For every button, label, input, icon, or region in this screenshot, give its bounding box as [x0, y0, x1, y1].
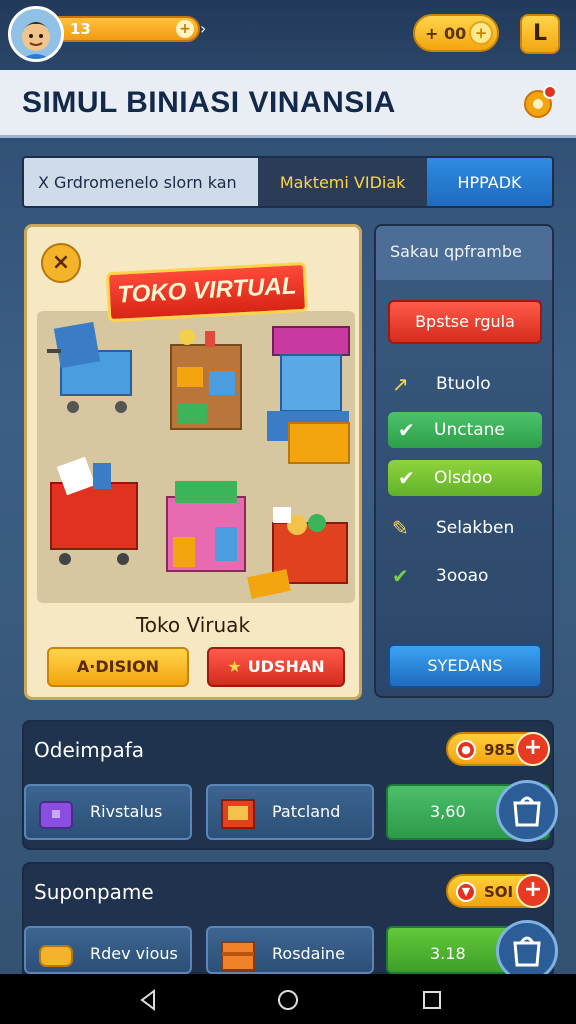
gold-bar-icon [39, 945, 73, 967]
kiosk-icon[interactable] [267, 326, 350, 464]
side-option-label: Olsdoo [434, 468, 493, 488]
currency-icon: ● [456, 740, 476, 760]
section-currency-pill[interactable]: ● 985 + [446, 732, 550, 766]
tab-hppadk[interactable]: HPPADK [426, 158, 552, 206]
add-level-icon[interactable]: + [176, 20, 194, 38]
store-banner: TOKO VIRTUAL [105, 261, 309, 323]
shop-card-rosdaine[interactable]: Rosdaine [206, 926, 374, 974]
star-icon: ★ [227, 657, 242, 676]
coin-counter[interactable]: + 00 + [413, 14, 499, 52]
side-option-olsdoo[interactable]: ✔ Olsdoo [388, 460, 542, 496]
pencil-check-icon: ✎ [392, 516, 409, 540]
side-panel: Sakau qpframbe Bpstse rgula ↗ Btuolo ✔ U… [374, 224, 554, 698]
currency-value: SOI [484, 883, 514, 901]
side-panel-header: Sakau qpframbe [376, 226, 552, 280]
cart-icon[interactable] [496, 780, 558, 842]
secondary-action-button[interactable]: ★ UDSHAN [207, 647, 345, 687]
system-nav-bar [0, 974, 576, 1024]
shop-card-label: Patcland [272, 802, 341, 821]
level-bar[interactable]: 13 + [58, 16, 200, 42]
section-currency-pill[interactable]: ▼ SOI + [446, 874, 550, 908]
cart-icon[interactable] [496, 920, 558, 982]
shop-section-1: Odeimpafa ● 985 + Rivstalus Patcland 3,6… [22, 720, 558, 850]
side-option-label: 3ooao [436, 566, 489, 586]
store-name: Toko Viruak [135, 613, 251, 637]
side-option-label: Selakben [436, 518, 515, 538]
currency-value: 985 [484, 741, 516, 759]
side-option-label: Unctane [434, 420, 505, 440]
page-title: SIMUL BINIASI VINANSIA [22, 86, 396, 119]
crate-icon [221, 799, 255, 829]
side-red-button[interactable]: Bpstse rgula [388, 300, 542, 344]
section-title: Odeimpafa [34, 738, 145, 762]
store-item-grid [37, 311, 355, 603]
settings-gear-icon[interactable] [521, 85, 557, 121]
shop-card-patcland[interactable]: Patcland [206, 784, 374, 840]
chevron-right-icon: › [200, 19, 207, 38]
add-coin-icon[interactable]: + [469, 21, 493, 45]
avatar[interactable] [8, 6, 64, 62]
price-value: 3.18 [430, 944, 466, 963]
side-option-label: Btuolo [436, 374, 491, 394]
shop-card-label: Rosdaine [272, 944, 345, 963]
tab-label: Maktemi VIDiak [279, 172, 406, 192]
add-currency-icon[interactable]: + [516, 874, 550, 908]
back-icon[interactable] [136, 988, 160, 1012]
produce-crate-icon[interactable] [247, 507, 348, 599]
chest-icon [39, 801, 73, 829]
arrow-icon: ↗ [392, 372, 409, 396]
leaderboard-button[interactable]: L [520, 14, 560, 54]
shop-section-2: Suponpame ▼ SOI + Rdev vious Rosdaine 3.… [22, 862, 558, 982]
side-option-unctane[interactable]: ✔ Unctane [388, 412, 542, 448]
tab-bar: X Grdromenelo slorn kan Maktemi VIDiak H… [22, 156, 554, 208]
primary-action-button[interactable]: A·DISION [47, 647, 189, 687]
shelf-icon[interactable] [170, 329, 242, 430]
shop-card-rdev-vious[interactable]: Rdev vious [24, 926, 192, 974]
title-bar: SIMUL BINIASI VINANSIA [0, 70, 576, 138]
home-icon[interactable] [276, 988, 300, 1012]
shop-card-label: Rdev vious [90, 944, 178, 963]
tab-label: X Grdromenelo slorn kan [38, 172, 237, 192]
shop-card-rivstalus[interactable]: Rivstalus [24, 784, 192, 840]
add-currency-icon[interactable]: + [516, 732, 550, 766]
coin-value: + 00 [425, 24, 467, 43]
basket-icon[interactable] [50, 456, 138, 565]
crate-icon [221, 941, 255, 971]
tab-label: HPPADK [457, 172, 522, 192]
side-blue-button[interactable]: SYEDANS [388, 644, 542, 688]
price-value: 3,60 [430, 802, 466, 821]
secondary-action-label: UDSHAN [247, 657, 325, 676]
check-icon: ✔ [398, 466, 415, 490]
side-option-btuolo[interactable]: ↗ Btuolo [388, 366, 542, 402]
tab-gradromenelo[interactable]: X Grdromenelo slorn kan [24, 158, 259, 206]
check-icon: ✔ [398, 418, 415, 442]
section-title: Suponpame [34, 880, 154, 904]
market-stall-icon[interactable] [166, 481, 246, 572]
side-option-3ooao[interactable]: ✔ 3ooao [388, 558, 542, 594]
level-value: 13 [70, 20, 91, 38]
recents-icon[interactable] [420, 988, 444, 1012]
shop-card-label: Rivstalus [90, 802, 163, 821]
side-option-selakben[interactable]: ✎ Selakben [388, 510, 542, 546]
shield-icon: ▼ [456, 882, 476, 902]
shopping-cart-icon[interactable] [47, 321, 132, 413]
tab-maktemi[interactable]: Maktemi VIDiak [258, 158, 427, 206]
check-icon: ✔ [392, 564, 409, 588]
store-panel: TOKO VIRTUAL × Toko Viruak A·DISION ★ UDS… [24, 224, 362, 700]
close-icon[interactable]: × [41, 243, 81, 283]
